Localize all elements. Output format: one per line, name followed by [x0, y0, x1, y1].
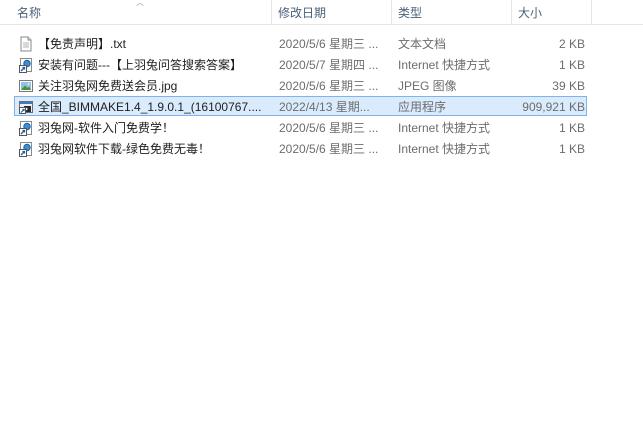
file-modified-date: 2020/5/6 星期三 ... — [279, 79, 379, 93]
column-divider[interactable] — [591, 0, 592, 24]
file-name: 羽兔网软件下载-绿色免费无毒！ — [38, 142, 210, 156]
file-row[interactable]: 关注羽兔网免费送会员.jpg 2020/5/6 星期三 ... JPEG 图像 39 … — [14, 75, 587, 95]
file-modified-date: 2020/5/6 星期三 ... — [279, 37, 379, 51]
file-size: 2 KB — [558, 37, 585, 51]
file-name: 羽兔网-软件入门免费学！ — [38, 121, 174, 135]
file-type: 文本文档 — [398, 37, 447, 51]
column-header-type[interactable]: 类型 — [391, 0, 511, 24]
internet-shortcut-icon — [18, 57, 34, 73]
file-modified-date: 2020/5/6 星期三 ... — [279, 142, 379, 156]
file-name: 关注羽兔网免费送会员.jpg — [38, 79, 178, 93]
file-modified-date: 2022/4/13 星期... — [279, 100, 370, 114]
file-type: 应用程序 — [398, 100, 447, 114]
file-name: 【免责声明】.txt — [38, 37, 127, 51]
column-header-size[interactable]: 大小 — [511, 0, 591, 24]
file-size: 909,921 KB — [522, 100, 585, 114]
file-size: 1 KB — [558, 142, 585, 156]
application-icon — [18, 99, 34, 115]
internet-shortcut-icon — [18, 141, 34, 157]
file-row[interactable]: 全国_BIMMAKE1.4_1.9.0.1_(16100767.... 2022/… — [14, 96, 587, 116]
file-size: 1 KB — [558, 121, 585, 135]
file-name: 安装有问题---【上羽兔问答搜索答案】 — [38, 58, 242, 72]
file-row[interactable]: 羽兔网-软件入门免费学！ 2020/5/6 星期三 ... Internet 快捷方… — [14, 117, 587, 137]
file-row[interactable]: 安装有问题---【上羽兔问答搜索答案】 2020/5/7 星期四 ... Inter… — [14, 54, 587, 74]
file-row[interactable]: 羽兔网软件下载-绿色免费无毒！ 2020/5/6 星期三 ... Internet … — [14, 138, 587, 158]
file-size: 1 KB — [558, 58, 585, 72]
text-file-icon — [18, 36, 34, 52]
file-type: JPEG 图像 — [398, 79, 457, 93]
image-file-icon — [18, 78, 34, 94]
file-modified-date: 2020/5/7 星期四 ... — [279, 58, 379, 72]
file-modified-date: 2020/5/6 星期三 ... — [279, 121, 379, 135]
file-type: Internet 快捷方式 — [398, 58, 491, 72]
internet-shortcut-icon — [18, 120, 34, 136]
file-type: Internet 快捷方式 — [398, 142, 491, 156]
column-header-name[interactable]: 名称 — [10, 0, 272, 24]
column-header-bar: ︿ 名称 修改日期 类型 大小 — [0, 0, 643, 25]
file-row[interactable]: 【免责声明】.txt 2020/5/6 星期三 ... 文本文档 2 KB — [14, 33, 587, 53]
file-size: 39 KB — [552, 79, 585, 93]
column-header-date[interactable]: 修改日期 — [271, 0, 391, 24]
file-name: 全国_BIMMAKE1.4_1.9.0.1_(16100767.... — [38, 100, 262, 114]
file-type: Internet 快捷方式 — [398, 121, 491, 135]
